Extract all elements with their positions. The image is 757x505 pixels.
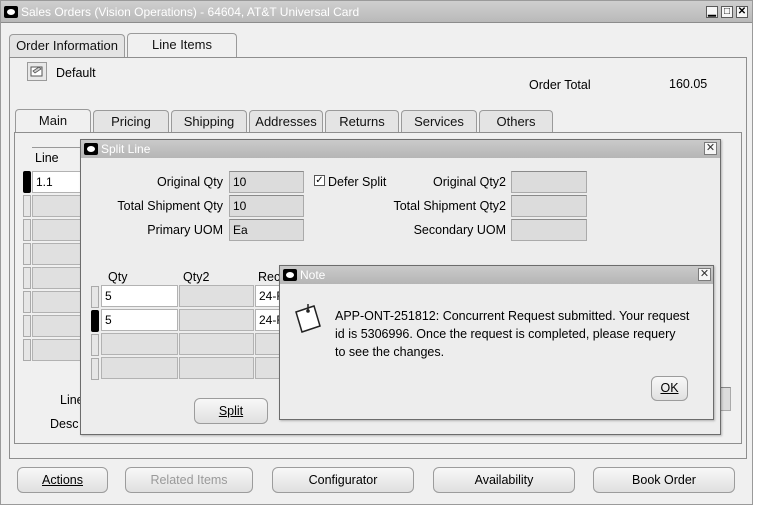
original-qty-label: Original Qty bbox=[157, 175, 223, 189]
row-indicator[interactable] bbox=[23, 219, 31, 241]
ok-button[interactable]: OK bbox=[651, 376, 688, 401]
note-message: APP-ONT-251812: Concurrent Request submi… bbox=[335, 307, 689, 361]
line-number-cell[interactable] bbox=[32, 339, 84, 361]
split-qty2-cell[interactable] bbox=[179, 285, 254, 307]
qty2-column-header: Qty2 bbox=[183, 270, 210, 284]
ok-button-label: OK bbox=[660, 381, 679, 395]
close-button[interactable]: ✕ bbox=[736, 6, 748, 18]
configurator-button-label: Configurator bbox=[308, 473, 378, 487]
note-message-line: to see the changes. bbox=[335, 345, 445, 359]
oracle-logo-icon bbox=[84, 143, 98, 155]
primary-uom-label: Primary UOM bbox=[147, 223, 223, 237]
original-qty-field[interactable]: 10 bbox=[229, 171, 304, 193]
split-qty2-cell[interactable] bbox=[179, 357, 254, 379]
line-number-cell[interactable] bbox=[32, 219, 84, 241]
folder-icon[interactable] bbox=[27, 62, 47, 81]
actions-button-label: Actions bbox=[42, 473, 83, 487]
current-row-indicator[interactable] bbox=[23, 171, 31, 193]
tab-main[interactable]: Main bbox=[15, 109, 91, 133]
note-message-line: id is 5306996. Once the request is compl… bbox=[335, 327, 676, 341]
note-message-line: APP-ONT-251812: Concurrent Request submi… bbox=[335, 309, 690, 323]
row-indicator[interactable] bbox=[23, 339, 31, 361]
note-icon bbox=[292, 302, 324, 336]
window-titlebar[interactable]: Sales Orders (Vision Operations) - 64604… bbox=[1, 1, 752, 23]
tab-others[interactable]: Others bbox=[479, 110, 553, 134]
defer-split-checkbox[interactable]: ✓ bbox=[314, 175, 325, 186]
row-indicator[interactable] bbox=[91, 286, 99, 308]
split-button-label: Split bbox=[218, 404, 244, 418]
tab-order-information[interactable]: Order Information bbox=[9, 34, 125, 58]
tab-addresses[interactable]: Addresses bbox=[249, 110, 323, 134]
row-indicator[interactable] bbox=[23, 195, 31, 217]
primary-uom-field[interactable]: Ea bbox=[229, 219, 304, 241]
split-qty-cell[interactable]: 5 bbox=[101, 285, 178, 307]
availability-button-label: Availability bbox=[474, 473, 534, 487]
row-indicator[interactable] bbox=[23, 267, 31, 289]
minimize-button[interactable]: ▁ bbox=[706, 6, 718, 18]
description-label: Desc bbox=[50, 417, 79, 431]
window-title: Sales Orders (Vision Operations) - 64604… bbox=[21, 5, 360, 19]
configurator-button[interactable]: Configurator bbox=[272, 467, 414, 493]
line-number-cell[interactable] bbox=[32, 243, 84, 265]
order-total-label: Order Total bbox=[529, 78, 591, 92]
tab-shipping[interactable]: Shipping bbox=[171, 110, 247, 134]
order-total-value: 160.05 bbox=[669, 77, 708, 91]
split-qty2-cell[interactable] bbox=[179, 333, 254, 355]
row-indicator[interactable] bbox=[23, 291, 31, 313]
split-qty-cell[interactable] bbox=[101, 357, 178, 379]
secondary-uom-field[interactable] bbox=[511, 219, 587, 241]
note-title: Note bbox=[300, 268, 326, 282]
book-order-button-label: Book Order bbox=[632, 473, 696, 487]
line-number-cell[interactable] bbox=[32, 291, 84, 313]
split-button[interactable]: Split bbox=[194, 398, 268, 424]
current-row-indicator[interactable] bbox=[91, 310, 99, 332]
original-qty2-label: Original Qty2 bbox=[433, 175, 506, 189]
line-number-cell[interactable] bbox=[32, 315, 84, 337]
maximize-button[interactable]: □ bbox=[721, 6, 733, 18]
tab-line-items[interactable]: Line Items bbox=[127, 33, 237, 58]
oracle-logo-icon bbox=[283, 269, 297, 281]
secondary-uom-label: Secondary UOM bbox=[413, 223, 506, 237]
defer-split-label: Defer Split bbox=[328, 175, 387, 189]
line-number-cell[interactable]: 1.1 bbox=[32, 171, 84, 193]
original-qty2-field[interactable] bbox=[511, 171, 587, 193]
request-date-column-header: Rec bbox=[258, 270, 281, 284]
actions-button[interactable]: Actions bbox=[17, 467, 108, 493]
total-shipment-qty-field[interactable]: 10 bbox=[229, 195, 304, 217]
line-column-header: Line bbox=[35, 151, 59, 165]
tab-services[interactable]: Services bbox=[401, 110, 477, 134]
split-qty-cell[interactable]: 5 bbox=[101, 309, 178, 331]
related-items-button[interactable]: Related Items bbox=[125, 467, 253, 493]
tab-pricing[interactable]: Pricing bbox=[93, 110, 169, 134]
close-icon[interactable]: ✕ bbox=[704, 142, 717, 155]
split-qty2-cell[interactable] bbox=[179, 309, 254, 331]
note-dialog: Note ✕ APP-ONT-251812: Concurrent Reques… bbox=[279, 265, 714, 420]
split-line-title: Split Line bbox=[101, 142, 151, 156]
book-order-button[interactable]: Book Order bbox=[593, 467, 735, 493]
total-shipment-qty2-field[interactable] bbox=[511, 195, 587, 217]
related-items-button-label: Related Items bbox=[150, 473, 228, 487]
oracle-logo-icon bbox=[4, 6, 18, 18]
row-indicator[interactable] bbox=[91, 358, 99, 380]
total-shipment-qty2-label: Total Shipment Qty2 bbox=[393, 199, 506, 213]
availability-button[interactable]: Availability bbox=[433, 467, 575, 493]
total-shipment-qty-label: Total Shipment Qty bbox=[117, 199, 223, 213]
line-number-cell[interactable] bbox=[32, 267, 84, 289]
close-icon[interactable]: ✕ bbox=[698, 268, 711, 281]
qty-column-header: Qty bbox=[108, 270, 128, 284]
default-label: Default bbox=[56, 66, 96, 80]
line-number-cell[interactable] bbox=[32, 195, 84, 217]
tab-returns[interactable]: Returns bbox=[325, 110, 399, 134]
row-indicator[interactable] bbox=[23, 315, 31, 337]
row-indicator[interactable] bbox=[91, 334, 99, 356]
grid-header-divider bbox=[32, 147, 84, 148]
split-qty-cell[interactable] bbox=[101, 333, 178, 355]
note-titlebar[interactable]: Note ✕ bbox=[280, 266, 713, 284]
split-line-titlebar[interactable]: Split Line ✕ bbox=[81, 140, 720, 158]
row-indicator[interactable] bbox=[23, 243, 31, 265]
